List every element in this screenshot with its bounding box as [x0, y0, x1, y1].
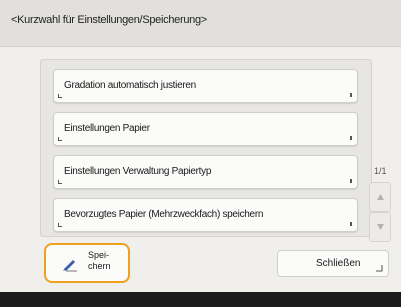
submenu-indicator-icon	[350, 93, 352, 97]
save-button[interactable]: Spei- chern	[44, 243, 130, 283]
menu-item-label: Einstellungen Verwaltung Papiertyp	[64, 166, 212, 177]
menu-item-preferred-paper[interactable]: Bevorzugtes Papier (Mehrzweckfach) speic…	[53, 198, 358, 232]
submenu-indicator-icon	[350, 179, 352, 183]
menu-item-label: Bevorzugtes Papier (Mehrzweckfach) speic…	[64, 209, 264, 220]
window-title: <Kurzwahl für Einstellungen/Speicherung>	[11, 14, 207, 26]
menu-item-label: Gradation automatisch justieren	[64, 80, 196, 91]
menu-item-gradation[interactable]: Gradation automatisch justieren	[53, 69, 358, 103]
menu-item-label: Einstellungen Papier	[64, 123, 150, 134]
corner-mark-icon	[58, 137, 62, 141]
menu-item-paper-type-management[interactable]: Einstellungen Verwaltung Papiertyp	[53, 155, 358, 189]
scroll-up-button[interactable]	[369, 182, 391, 212]
corner-mark-icon	[58, 94, 62, 98]
title-bar: <Kurzwahl für Einstellungen/Speicherung>	[0, 0, 401, 47]
menu-item-paper-settings[interactable]: Einstellungen Papier	[53, 112, 358, 146]
triangle-down-icon	[377, 224, 384, 230]
submenu-indicator-icon	[350, 222, 352, 226]
page-indicator: 1/1	[374, 166, 387, 176]
corner-mark-icon	[58, 223, 62, 227]
corner-mark-icon	[58, 180, 62, 184]
bottom-bar	[0, 292, 401, 307]
triangle-up-icon	[377, 194, 384, 200]
submenu-indicator-icon	[350, 136, 352, 140]
save-button-label: Spei- chern	[88, 250, 111, 271]
close-button[interactable]: Schließen	[277, 250, 389, 277]
corner-arrow-icon	[376, 265, 383, 272]
scroll-down-button[interactable]	[369, 212, 391, 242]
pen-icon	[63, 260, 77, 272]
close-button-label: Schließen	[316, 258, 361, 269]
